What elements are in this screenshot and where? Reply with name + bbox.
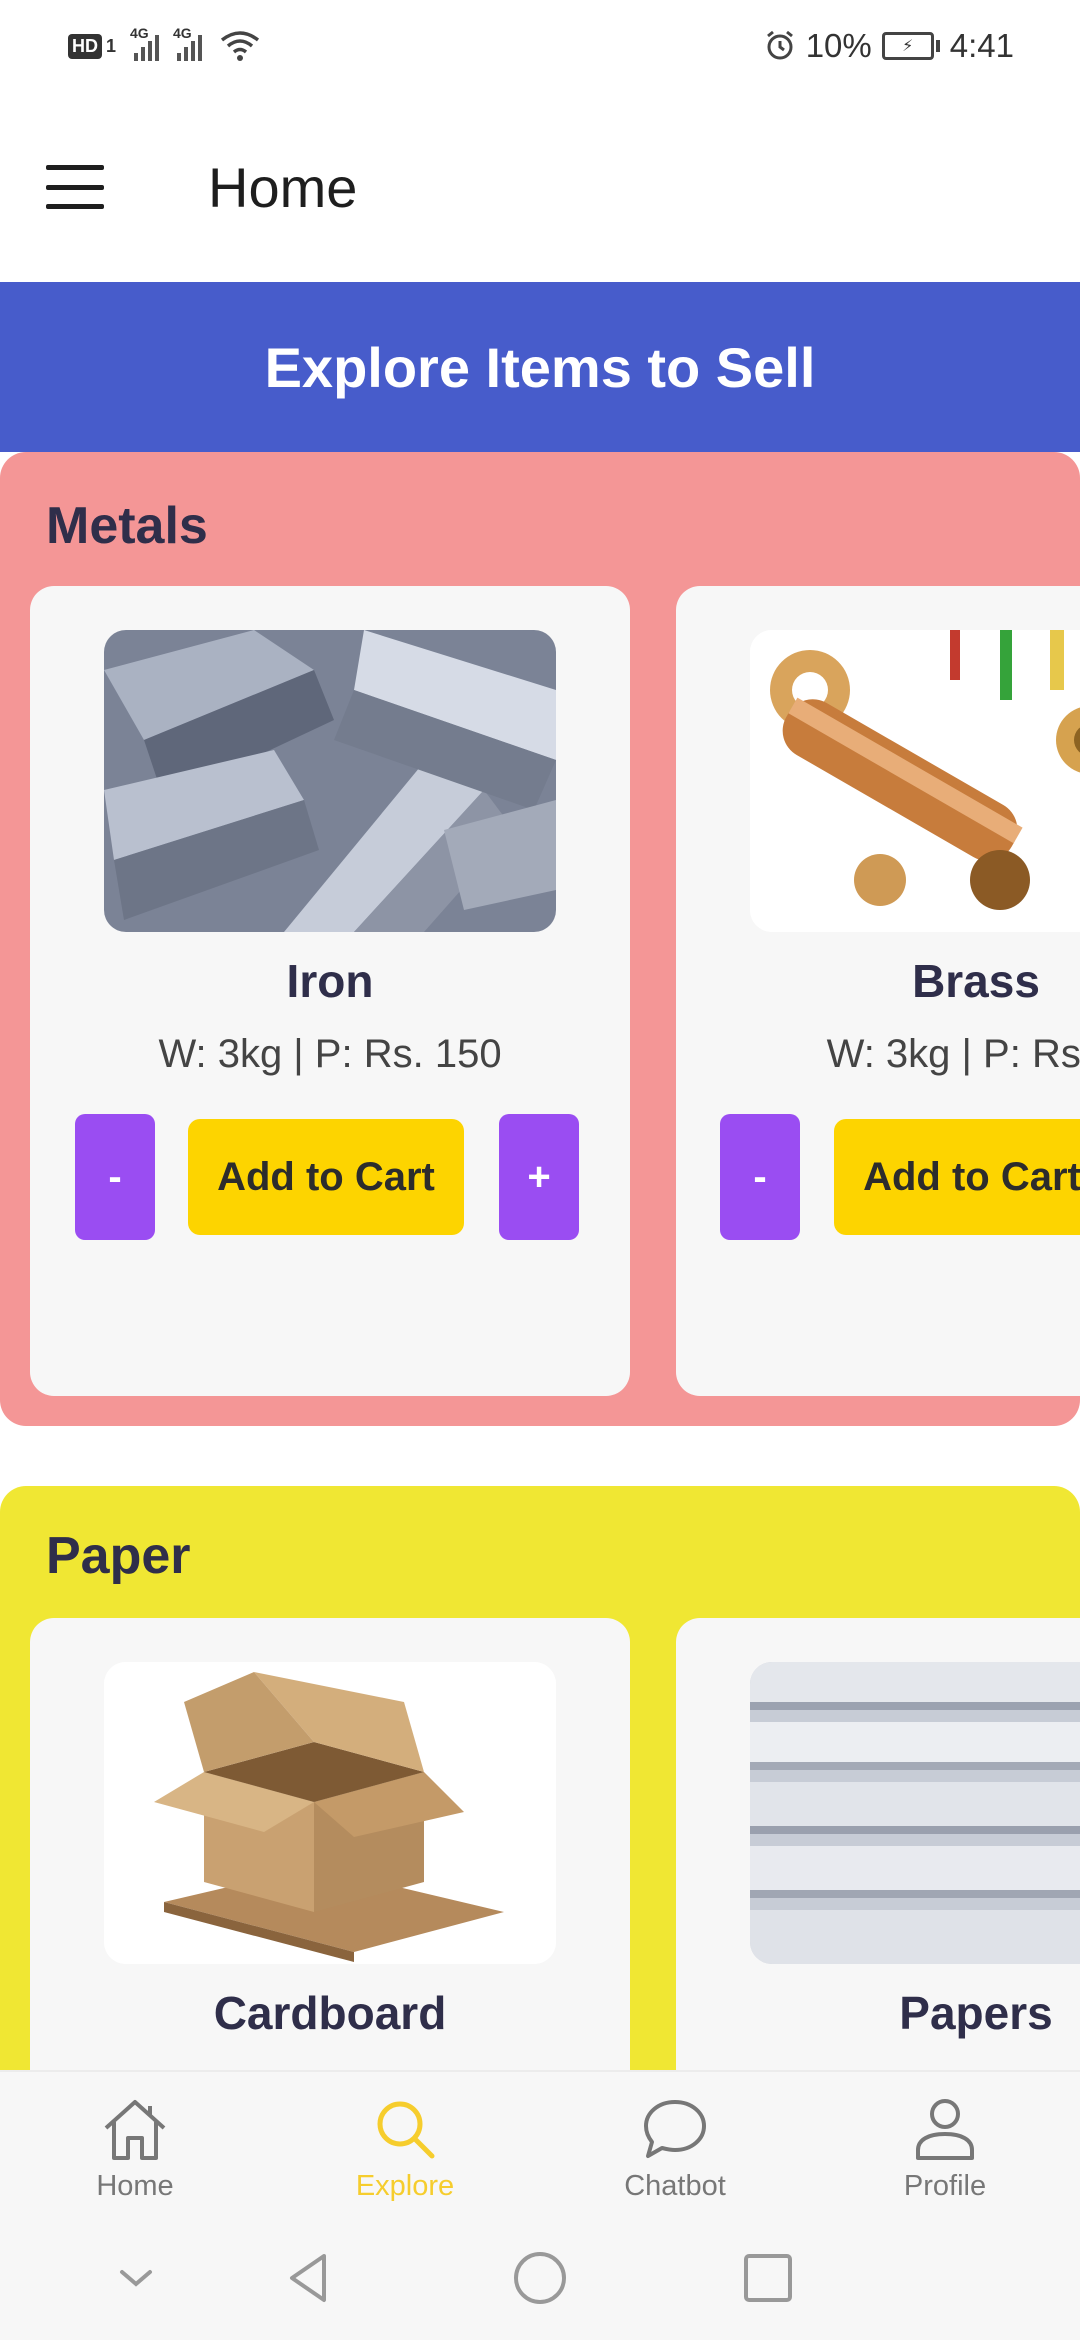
product-card-brass: Brass W: 3kg | P: Rs. 3 - Add to Cart [676, 586, 1080, 1396]
cardboard-image [104, 1662, 556, 1964]
menu-icon[interactable] [46, 165, 104, 209]
status-bar: HD 1 4G 4G 10% ⚡ 4:41 [0, 0, 1080, 92]
section-title: Metals [46, 497, 208, 555]
sim-number: 1 [106, 35, 117, 56]
system-navigation-bar [0, 2216, 1080, 2340]
nav-label: Profile [903, 2170, 987, 2202]
section-title: Paper [46, 1527, 191, 1585]
signal-icon: 4G [173, 25, 203, 61]
status-right: 10% ⚡ 4:41 [764, 27, 1014, 65]
item-name: Brass [912, 955, 1040, 1007]
nav-chatbot[interactable]: Chatbot [540, 2072, 810, 2216]
chat-icon [644, 2100, 706, 2158]
add-to-cart-button[interactable]: Add to Cart [188, 1119, 464, 1235]
signal-icon: 4G [130, 25, 160, 61]
battery-icon: ⚡ [881, 32, 940, 60]
nav-home[interactable]: Home [0, 2072, 270, 2216]
banner-text: Explore Items to Sell [264, 335, 816, 399]
person-icon [916, 2099, 974, 2160]
app-bar: Home [0, 92, 1080, 282]
item-name: Cardboard [213, 1987, 447, 2039]
wifi-icon [220, 31, 260, 61]
bottom-navigation: Home Explore Chatbot Profile [0, 2070, 1080, 2216]
alarm-icon [766, 30, 793, 60]
increase-quantity-button[interactable]: + [499, 1114, 579, 1240]
decrease-quantity-button[interactable]: - [720, 1114, 800, 1240]
nav-label: Chatbot [624, 2170, 726, 2202]
papers-image [750, 1662, 1080, 1964]
clock: 4:41 [949, 27, 1014, 64]
item-name: Papers [899, 1987, 1053, 2039]
item-name: Iron [286, 955, 374, 1007]
brass-image [750, 630, 1080, 932]
back-icon[interactable] [278, 2246, 342, 2310]
nav-label: Home [96, 2170, 174, 2202]
chevron-down-icon[interactable] [104, 2246, 168, 2310]
nav-explore[interactable]: Explore [270, 2072, 540, 2216]
nav-label: Explore [355, 2170, 455, 2202]
search-icon [377, 2101, 435, 2159]
recents-icon[interactable] [736, 2246, 800, 2310]
page-title: Home [208, 155, 358, 219]
hd-icon: HD [68, 33, 102, 59]
product-card-iron: Iron W: 3kg | P: Rs. 150 - Add to Cart + [30, 586, 630, 1396]
home-circle-icon[interactable] [508, 2246, 572, 2310]
iron-image [104, 630, 556, 932]
explore-banner: Explore Items to Sell [0, 282, 1080, 452]
item-weight-price: W: 3kg | P: Rs. 3 [826, 1032, 1080, 1076]
battery-percent: 10% [805, 27, 872, 64]
nav-profile[interactable]: Profile [810, 2072, 1080, 2216]
home-icon [104, 2100, 166, 2160]
section-metals: Metals Iron W: 3kg | P: Rs. 150 - Add to… [0, 452, 1080, 1426]
status-left: HD 1 4G 4G [68, 25, 260, 62]
decrease-quantity-button[interactable]: - [75, 1114, 155, 1240]
add-to-cart-button[interactable]: Add to Cart [834, 1119, 1080, 1235]
item-weight-price: W: 3kg | P: Rs. 150 [158, 1032, 502, 1076]
